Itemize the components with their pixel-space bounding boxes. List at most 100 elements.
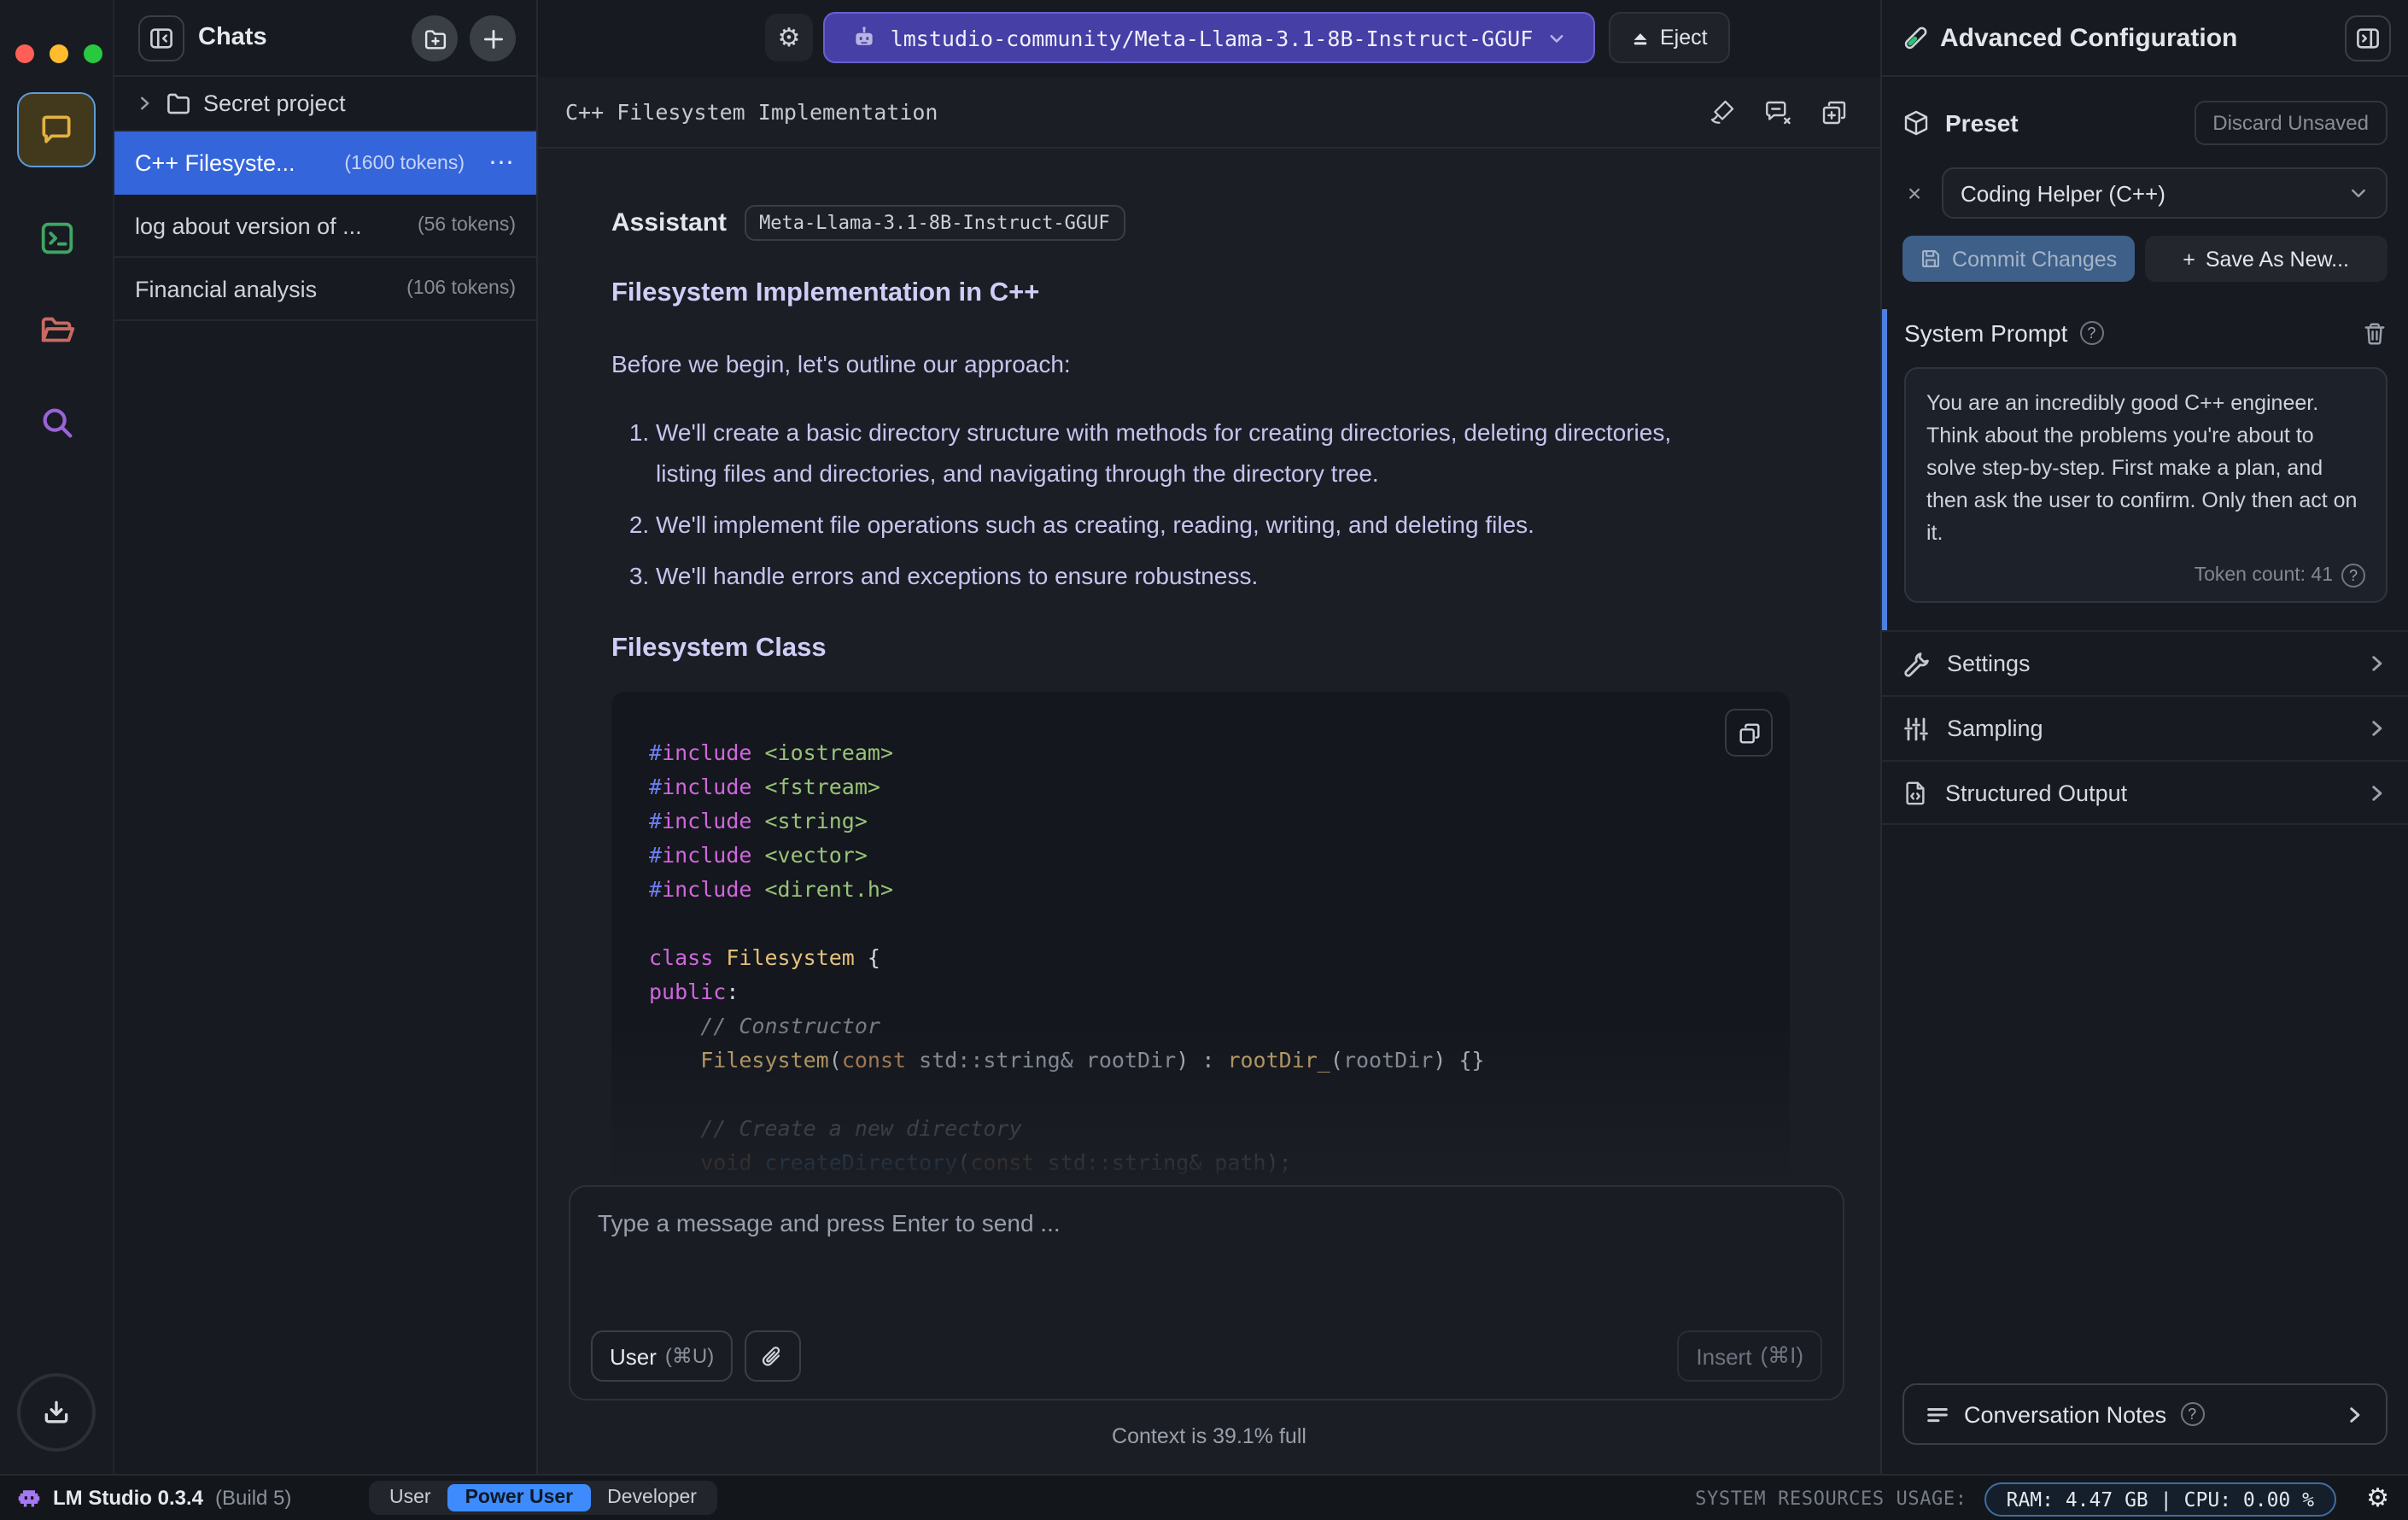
chat-main: ⚙ lmstudio-community/Meta-Llama-3.1-8B-I… (538, 0, 1880, 1474)
markdown-heading: Filesystem Class (611, 634, 827, 663)
preset-label: Preset (1945, 108, 2019, 136)
folder-plus-icon (423, 26, 447, 50)
list-item: We'll implement file operations such as … (656, 504, 1739, 545)
new-folder-button[interactable] (412, 15, 458, 61)
app-build-label: (Build 5) (215, 1486, 292, 1510)
mode-user[interactable]: User (372, 1484, 448, 1511)
nav-discover-button[interactable] (17, 384, 96, 459)
loaded-model-selector[interactable]: lmstudio-community/Meta-Llama-3.1-8B-Ins… (823, 12, 1595, 63)
chat-header-actions (1708, 97, 1850, 128)
preset-selector-row: × Coding Helper (C++) (1902, 167, 2388, 219)
panel-left-icon (149, 26, 174, 51)
sidebar-header: Chats (114, 0, 536, 77)
chat-list-item-selected[interactable]: C++ Filesyste... (1600 tokens) ⋯ (114, 132, 536, 195)
lm-studio-window: Chats Secret project C++ Filesyste... (1… (0, 0, 2408, 1520)
commit-changes-label: Commit Changes (1952, 247, 2118, 271)
chevron-down-icon (1546, 28, 1565, 47)
robot-icon (853, 26, 877, 50)
chat-item-title: C++ Filesyste... (135, 150, 295, 176)
help-icon[interactable]: ? (2079, 321, 2104, 345)
help-icon[interactable]: ? (2180, 1402, 2205, 1426)
chats-sidebar: Chats Secret project C++ Filesyste... (1… (114, 0, 538, 1474)
trash-icon[interactable] (2362, 320, 2388, 346)
search-icon (37, 402, 76, 441)
preset-row: Preset Discard Unsaved (1902, 99, 2388, 145)
nav-chat-button[interactable] (17, 92, 96, 167)
panel-title: Advanced Configuration (1940, 24, 2238, 53)
chat-header: C++ Filesystem Implementation (538, 77, 1880, 149)
duplicate-chat-icon[interactable] (1819, 97, 1850, 128)
chat-item-menu-icon[interactable]: ⋯ (488, 149, 516, 175)
clear-preset-button[interactable]: × (1902, 179, 1926, 207)
mode-developer[interactable]: Developer (590, 1484, 714, 1511)
close-window-button[interactable] (15, 44, 34, 63)
save-as-new-button[interactable]: + Save As New... (2144, 236, 2388, 282)
sidebar-folder-secret-project[interactable]: Secret project (114, 77, 536, 132)
clear-conversation-icon[interactable] (1762, 97, 1793, 128)
system-prompt-editor[interactable]: You are an incredibly good C++ engineer.… (1904, 367, 2388, 603)
new-chat-button[interactable] (470, 15, 516, 61)
nav-developer-button[interactable] (17, 200, 96, 275)
message-role-row: Assistant Meta-Llama-3.1-8B-Instruct-GGU… (611, 205, 1739, 241)
package-box-icon (1902, 108, 1930, 136)
downloads-button[interactable] (17, 1373, 96, 1452)
message-input[interactable] (570, 1187, 1843, 1296)
conversation-notes-button[interactable]: Conversation Notes ? (1902, 1383, 2388, 1445)
chevron-right-icon (2365, 781, 2388, 804)
section-label: Sampling (1947, 716, 2043, 741)
chat-item-title: log about version of ... (135, 213, 362, 238)
model-toolbar: ⚙ lmstudio-community/Meta-Llama-3.1-8B-I… (538, 0, 1880, 77)
commit-changes-button[interactable]: Commit Changes (1902, 236, 2135, 282)
message-input-container: User (⌘U) Insert (⌘I) (569, 1185, 1844, 1400)
copy-code-button[interactable] (1725, 709, 1773, 757)
eject-model-button[interactable]: Eject (1609, 12, 1730, 63)
chat-list-item[interactable]: log about version of ... (56 tokens) (114, 195, 536, 258)
icon-rail (0, 0, 114, 1474)
mode-power-user[interactable]: Power User (447, 1484, 591, 1511)
chat-item-token-count: (56 tokens) (417, 215, 516, 236)
section-label: Structured Output (1945, 780, 2128, 805)
list-item: We'll handle errors and exceptions to en… (656, 555, 1739, 596)
insert-shortcut: (⌘I) (1760, 1342, 1803, 1368)
chevron-right-icon (135, 94, 154, 113)
preset-dropdown[interactable]: Coding Helper (C++) (1942, 167, 2388, 219)
status-bar: LM Studio 0.3.4 (Build 5) User Power Use… (0, 1474, 2408, 1520)
advanced-config-panel: Advanced Configuration Preset Discard Un… (1880, 0, 2408, 1474)
cpu-usage: CPU: 0.00 % (2183, 1487, 2314, 1511)
minimize-window-button[interactable] (50, 44, 68, 63)
plus-icon (481, 26, 505, 50)
message-role-label: Assistant (611, 208, 728, 237)
markdown-heading: Filesystem Implementation in C++ (611, 278, 1040, 307)
collapse-panel-button[interactable] (2345, 15, 2391, 61)
role-toggle-button[interactable]: User (⌘U) (591, 1330, 734, 1382)
attach-file-button[interactable] (745, 1330, 802, 1382)
chevron-down-icon (2348, 183, 2369, 203)
help-icon[interactable]: ? (2341, 564, 2365, 588)
system-prompt-text: You are an incredibly good C++ engineer.… (1926, 391, 2358, 545)
panel-body: Preset Discard Unsaved × Coding Helper (… (1882, 99, 2408, 825)
zoom-window-button[interactable] (84, 44, 102, 63)
section-sampling[interactable]: Sampling (1882, 695, 2408, 760)
separator: | (2160, 1487, 2172, 1511)
composer-zone: User (⌘U) Insert (⌘I) Context is 39.1% f… (538, 1185, 1880, 1474)
system-prompt-section: System Prompt ? You are an incredibly go… (1882, 309, 2408, 630)
clean-formatting-icon[interactable] (1708, 97, 1737, 128)
folder-label: Secret project (203, 91, 346, 116)
insert-message-button[interactable]: Insert (⌘I) (1677, 1330, 1822, 1382)
settings-gear-icon[interactable]: ⚙ (2366, 1476, 2389, 1520)
model-settings-gear-button[interactable]: ⚙ (765, 14, 813, 61)
resources-usage-pill[interactable]: RAM: 4.47 GB | CPU: 0.00 % (1984, 1482, 2336, 1516)
terminal-icon (37, 218, 76, 257)
collapse-sidebar-button[interactable] (138, 15, 184, 61)
section-structured-output[interactable]: Structured Output (1882, 760, 2408, 825)
loaded-model-name: lmstudio-community/Meta-Llama-3.1-8B-Ins… (890, 25, 1534, 50)
paperclip-icon (760, 1343, 786, 1369)
test-tube-icon (1901, 24, 1930, 53)
chat-list-item[interactable]: Financial analysis (106 tokens) (114, 258, 536, 321)
system-prompt-label: System Prompt (1904, 319, 2068, 347)
section-settings[interactable]: Settings (1882, 630, 2408, 695)
preset-dropdown-value: Coding Helper (C++) (1961, 180, 2165, 206)
nav-my-models-button[interactable] (17, 292, 96, 367)
discard-unsaved-button[interactable]: Discard Unsaved (2194, 100, 2388, 144)
context-usage-note: Context is 39.1% full (1112, 1424, 1306, 1448)
